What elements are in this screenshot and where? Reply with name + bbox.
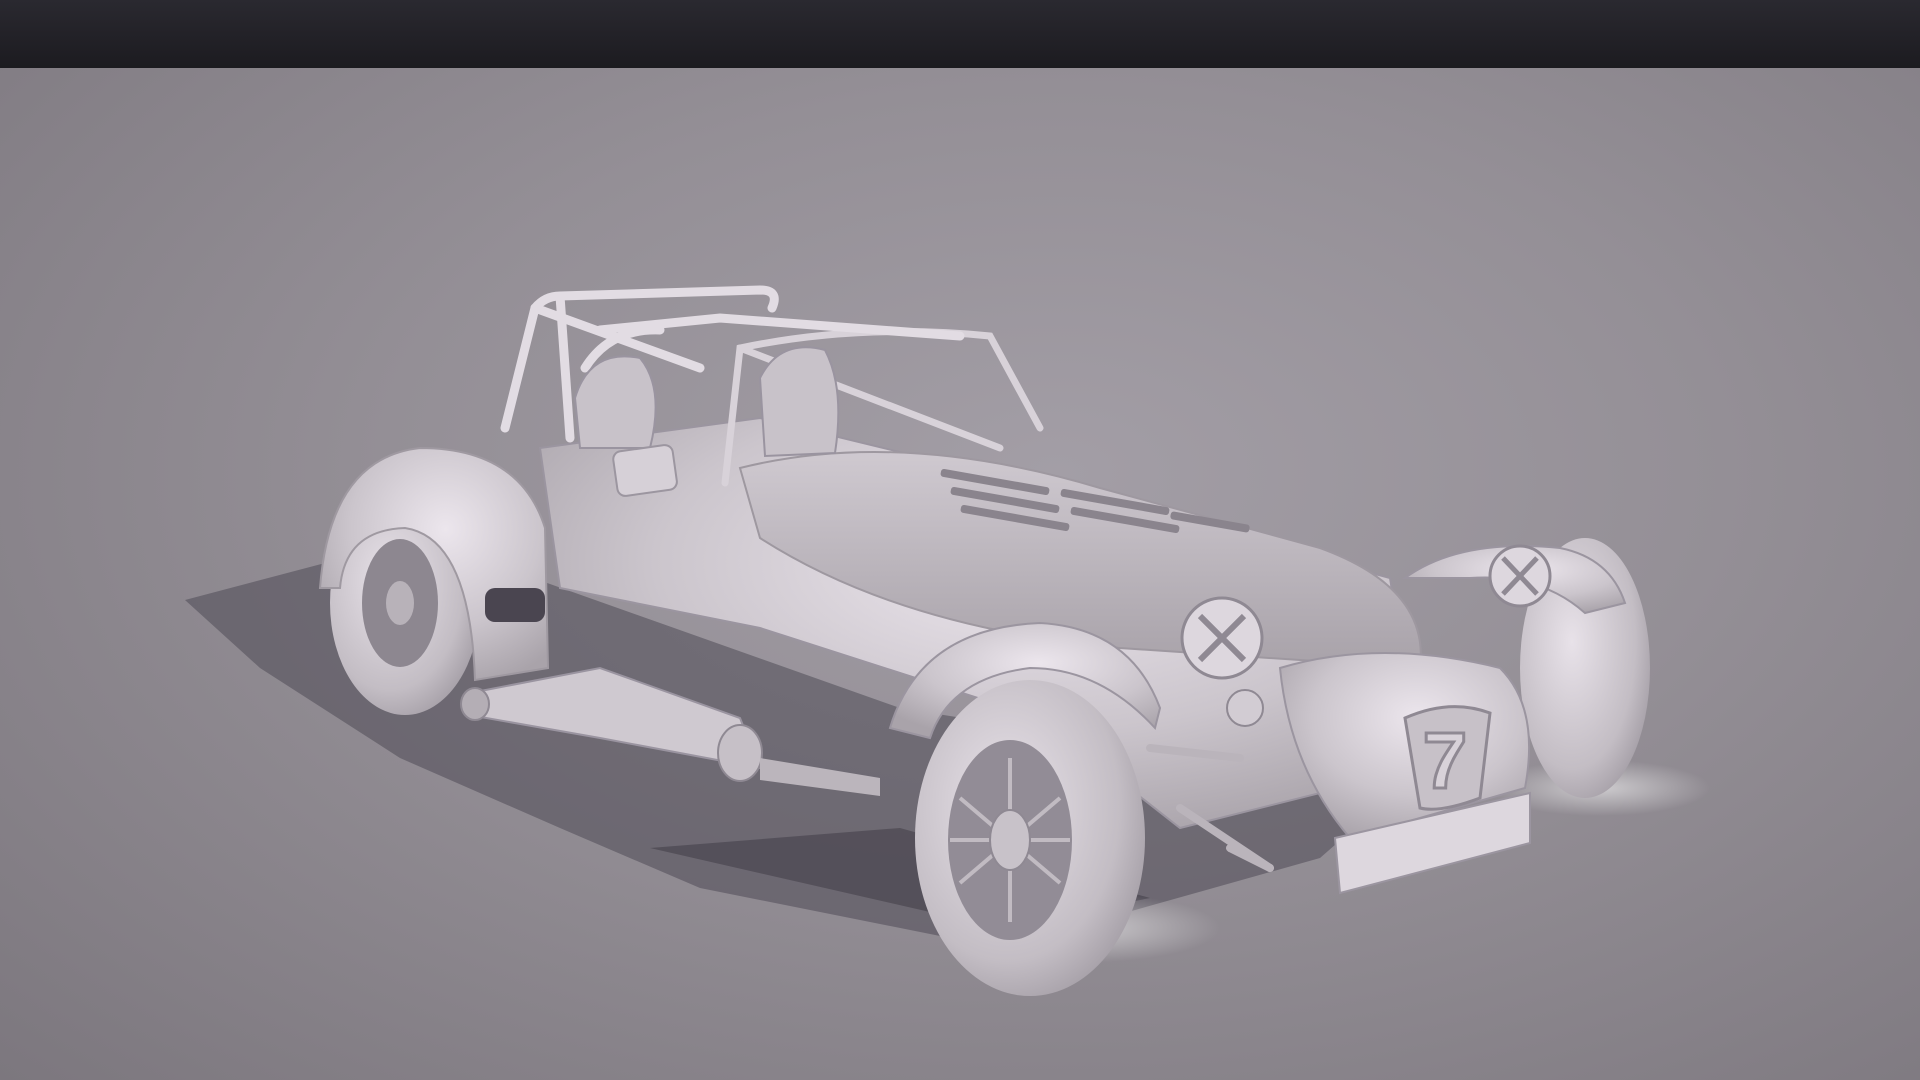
top-bar bbox=[0, 0, 1920, 68]
side-vent bbox=[485, 588, 545, 622]
front-left-wheel bbox=[915, 680, 1145, 996]
badge-text: 7 bbox=[1423, 716, 1468, 805]
render-viewport: 7 bbox=[0, 68, 1920, 1080]
car-render-illustration: 7 bbox=[185, 285, 1710, 996]
side-mirror bbox=[612, 444, 678, 497]
grille-badge: 7 bbox=[1403, 705, 1492, 811]
suspension-knob bbox=[1226, 689, 1264, 727]
render-window: 7 bbox=[0, 0, 1920, 1080]
headlight-left bbox=[1180, 596, 1264, 680]
headlight-right bbox=[1488, 544, 1552, 608]
